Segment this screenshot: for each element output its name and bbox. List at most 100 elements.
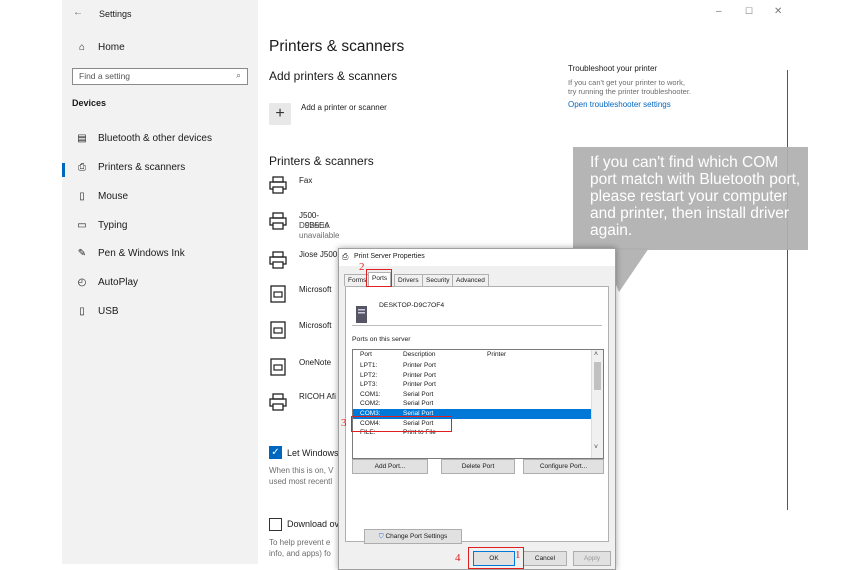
sidebar-item-label: Mouse [98, 191, 129, 202]
printer-status: Driver is unavailable [299, 221, 340, 240]
sidebar-item-bluetooth[interactable]: ▤ Bluetooth & other devices [76, 133, 212, 144]
fax-printer-icon [270, 358, 286, 376]
scroll-thumb[interactable] [594, 362, 601, 390]
sidebar-item-home[interactable]: ⌂ Home [76, 42, 125, 53]
troubleshoot-text: try running the printer troubleshooter. [568, 87, 691, 96]
printer-item[interactable]: OneNote [269, 355, 349, 379]
fax-printer-icon [270, 321, 286, 339]
ports-list[interactable]: Port Description Printer LPT1: Printer Po… [352, 349, 604, 459]
add-port-button[interactable]: Add Port... [352, 459, 428, 474]
table-row[interactable]: COM2: Serial Port [353, 399, 591, 409]
sidebar-item-label: Bluetooth & other devices [98, 133, 212, 144]
tab-drivers[interactable]: Drivers [394, 274, 423, 286]
tab-security[interactable]: Security [422, 274, 454, 286]
step-highlight-com3 [351, 416, 452, 432]
printer-name: Microsoft [299, 285, 332, 294]
printer-icon [269, 251, 287, 269]
mouse-icon: ▯ [79, 191, 85, 202]
download-label: Download ov [287, 519, 340, 529]
list-header: Port Description Printer [353, 350, 591, 360]
printer-item[interactable]: RICOH Afi [269, 391, 349, 415]
shield-icon: ⛉ [378, 533, 384, 540]
port-cell: LPT1: [360, 362, 378, 369]
desc-cell: Printer Port [403, 362, 436, 369]
sidebar: ← Settings ⌂ Home Find a setting ⌕ Devic… [62, 0, 258, 564]
section-heading: Devices [72, 98, 107, 108]
separator [352, 325, 602, 326]
printer-item[interactable]: J500-D9B5EA Driver is unavailable [269, 210, 349, 240]
search-input[interactable]: Find a setting ⌕ [72, 68, 248, 85]
home-icon: ⌂ [78, 42, 86, 53]
printer-name: RICOH Afi [299, 392, 336, 401]
printer-name: Microsoft [299, 321, 332, 330]
instruction-callout: If you can't find which COM port match w… [573, 147, 808, 250]
sidebar-item-usb[interactable]: ▯ USB [76, 306, 118, 317]
let-windows-checkbox[interactable]: ✓ [269, 446, 282, 459]
sidebar-item-label: Printers & scanners [98, 162, 186, 173]
add-printer-button[interactable]: + [269, 103, 291, 125]
sidebar-item-printers[interactable]: ⎙ Printers & scanners [76, 162, 185, 173]
download-desc: To help prevent e [269, 538, 331, 547]
printer-name: Fax [299, 176, 313, 185]
let-windows-desc: used most recentl [269, 477, 333, 486]
change-port-settings-button[interactable]: ⛉ Change Port Settings [364, 529, 462, 544]
printer-icon [269, 176, 287, 194]
printer-item[interactable]: Microsoft [269, 318, 349, 342]
step-number: 2 [359, 261, 365, 273]
printer-item[interactable]: Fax [269, 174, 349, 198]
sidebar-item-autoplay[interactable]: ◴ AutoPlay [76, 277, 138, 288]
step-highlight-ports-tab [366, 269, 392, 287]
download-checkbox[interactable] [269, 518, 282, 531]
sidebar-item-pen[interactable]: ✎ Pen & Windows Ink [76, 248, 185, 259]
printer-icon: ⎙ [342, 252, 349, 261]
download-desc: info, and apps) fo [269, 549, 331, 558]
usb-icon: ▯ [79, 306, 85, 317]
ports-tab-pane: DESKTOP-D9C7OF4 Ports on this server Por… [345, 286, 609, 544]
selected-indicator [62, 163, 65, 177]
printer-icon: ⎙ [78, 162, 86, 173]
scrollbar[interactable]: ˄ ˅ [591, 350, 603, 458]
troubleshoot-panel: Troubleshoot your printer If you can't g… [568, 64, 748, 109]
sidebar-item-label: AutoPlay [98, 277, 139, 288]
configure-port-button[interactable]: Configure Port... [523, 459, 604, 474]
add-printer-label[interactable]: Add a printer or scanner [301, 103, 387, 112]
scroll-up-icon[interactable]: ˄ [594, 351, 598, 358]
desc-cell: Printer Port [403, 381, 436, 388]
page-title: Printers & scanners [269, 38, 405, 55]
port-cell: LPT3: [360, 381, 378, 388]
tab-advanced[interactable]: Advanced [452, 274, 489, 286]
column-header[interactable]: Printer [487, 350, 506, 360]
sidebar-item-mouse[interactable]: ▯ Mouse [76, 191, 128, 202]
table-row[interactable]: LPT1: Printer Port [353, 361, 591, 371]
sidebar-item-typing[interactable]: ▭ Typing [76, 220, 127, 231]
printers-list-heading: Printers & scanners [269, 154, 374, 168]
search-placeholder: Find a setting [79, 71, 131, 81]
fax-printer-icon [270, 285, 286, 303]
let-windows-desc: When this is on, V [269, 466, 334, 475]
scroll-down-icon[interactable]: ˅ [594, 444, 598, 451]
troubleshoot-link[interactable]: Open troubleshooter settings [568, 100, 748, 109]
column-header[interactable]: Description [403, 350, 436, 360]
delete-port-button[interactable]: Delete Port [441, 459, 515, 474]
printers-list: Fax J500-D9B5EA Driver is unavailable Ji… [269, 174, 349, 424]
printer-item[interactable]: Microsoft [269, 282, 349, 306]
server-icon [356, 306, 367, 323]
autoplay-icon: ◴ [77, 277, 87, 288]
callout-text: If you can't find which COM port match w… [590, 154, 801, 239]
step-number: 4 [455, 552, 461, 564]
printer-name: Jiose J500 [299, 250, 338, 259]
printer-icon [269, 212, 287, 230]
step-number: 3 [341, 417, 347, 429]
back-arrow-icon[interactable]: ← [73, 7, 83, 18]
sidebar-item-label: Pen & Windows Ink [98, 248, 185, 259]
step-number: 1 [515, 549, 521, 561]
keyboard-icon: ▭ [77, 220, 87, 231]
server-name: DESKTOP-D9C7OF4 [379, 302, 445, 309]
column-header[interactable]: Port [360, 350, 372, 360]
add-heading: Add printers & scanners [269, 69, 398, 83]
pen-icon: ✎ [77, 248, 87, 259]
ports-label: Ports on this server [352, 336, 411, 343]
printer-item[interactable]: Jiose J500 [269, 249, 349, 273]
troubleshoot-title: Troubleshoot your printer [568, 64, 658, 73]
table-row[interactable]: LPT3: Printer Port [353, 380, 591, 390]
